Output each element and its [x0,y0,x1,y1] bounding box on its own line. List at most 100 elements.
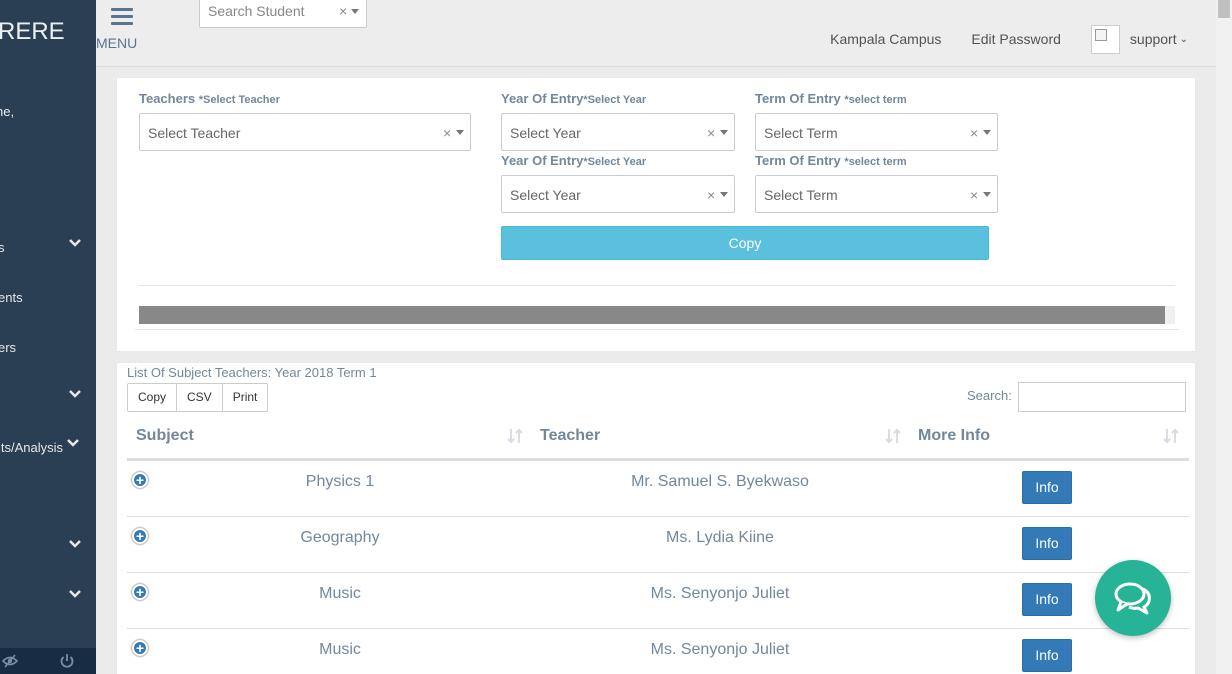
table-row: + Music Ms. Senyonjo Juliet Info [127,572,1189,628]
export-button-group: Copy CSV Print [127,383,269,412]
welcome-text: ne, [0,104,15,119]
teacher-select[interactable]: Select Teacher × [139,113,471,151]
year-select-from[interactable]: Select Year × [501,113,735,151]
sidebar-item-7[interactable] [0,587,96,611]
clear-icon[interactable]: × [443,125,451,141]
vertical-scrollbar[interactable] [1216,0,1232,674]
sort-icon[interactable] [507,427,523,445]
hamburger-icon [111,8,133,29]
campus-link[interactable]: Kampala Campus [830,31,941,47]
clear-icon[interactable]: × [707,187,715,203]
search-student-placeholder: Search Student [208,3,305,19]
info-button[interactable]: Info [1022,527,1072,560]
chevron-down-icon [69,390,81,398]
term-of-entry-label-2: Term Of Entry *select term [755,153,907,168]
clear-icon[interactable]: × [707,125,715,141]
top-navbar: MENU Search Student × Kampala Campus Edi… [96,0,1216,67]
table-row: + Music Ms. Senyonjo Juliet Info [127,628,1189,674]
caret-down-icon [720,192,728,197]
brand-title: RERE [0,18,65,45]
chat-button[interactable] [1095,560,1171,636]
teacher-select-placeholder: Select Teacher [148,125,241,141]
caret-down-icon [983,130,991,135]
column-header-teacher[interactable]: Teacher [540,427,600,445]
info-button[interactable]: Info [1022,471,1072,504]
chevron-down-icon [67,439,79,447]
clear-icon[interactable]: × [339,3,347,19]
list-title: List Of Subject Teachers: Year 2018 Term… [127,365,377,380]
sort-icon[interactable] [1163,427,1179,445]
copy-button[interactable]: Copy [501,226,989,260]
sidebar-item-label: lts/Analysis [0,440,64,455]
sidebar-item-5[interactable]: lts/Analysis [0,436,96,460]
teacher-cell: Ms. Senyonjo Juliet [650,641,790,658]
table-search-input[interactable] [1018,382,1186,412]
teacher-cell: Ms. Senyonjo Juliet [650,585,790,602]
teacher-cell: Ms. Lydia Kiine [666,529,774,546]
sort-icon[interactable] [885,427,901,445]
sidebar-item-label: s [0,240,5,255]
subject-cell: Geography [300,529,380,546]
term-select-placeholder: Select Term [764,125,838,141]
sidebar-item-6[interactable] [0,537,96,561]
term-of-entry-label: Term Of Entry *select term [755,91,907,106]
edit-password-link[interactable]: Edit Password [971,31,1060,47]
clear-icon[interactable]: × [970,187,978,203]
sidebar-footer [0,648,96,674]
caret-down-icon [983,192,991,197]
sidebar-item-1[interactable]: s [0,236,96,260]
power-icon[interactable] [59,653,75,669]
csv-export-button[interactable]: CSV [176,383,223,412]
year-select-to[interactable]: Select Year × [501,175,735,213]
term-select-to[interactable]: Select Term × [755,175,998,213]
column-header-more-info[interactable]: More Info [918,427,990,445]
table-row: + Physics 1 Mr. Samuel S. Byekwaso Info [127,460,1189,516]
avatar [1090,24,1120,54]
sidebar: RERE ne, s ents ers lts/Analysis [0,0,96,674]
clear-icon[interactable]: × [970,125,978,141]
copy-export-button[interactable]: Copy [127,383,178,412]
chat-bubbles-icon [1114,582,1151,615]
divider [135,329,1179,330]
divider [139,285,1175,286]
sidebar-item-2[interactable]: ents [0,286,96,310]
search-student-select[interactable]: Search Student × [199,0,367,28]
user-name: support [1129,31,1177,47]
term-select-from[interactable]: Select Term × [755,113,998,151]
chevron-down-icon [69,540,81,548]
chevron-down-icon: ⌄ [1179,33,1188,45]
year-of-entry-label-2: Year Of Entry*Select Year [501,153,647,168]
info-button[interactable]: Info [1022,583,1072,616]
sidebar-item-label: ents [0,290,23,305]
subject-cell: Physics 1 [305,473,375,490]
menu-label: MENU [96,35,138,51]
menu-toggle-button[interactable]: MENU [96,8,138,52]
caret-down-icon [720,130,728,135]
sidebar-item-4[interactable] [0,387,96,411]
column-header-subject[interactable]: Subject [136,427,194,445]
subject-teachers-panel: List Of Subject Teachers: Year 2018 Term… [116,362,1196,674]
teacher-cell: Mr. Samuel S. Byekwaso [631,473,809,490]
top-links: Kampala Campus Edit Password support ⌄ [800,24,1188,54]
year-select-placeholder: Select Year [510,187,581,203]
sidebar-item-label: ers [0,340,17,355]
caret-down-icon [456,130,464,135]
year-select-placeholder: Select Year [510,125,581,141]
copy-teachers-panel: Teachers *Select Teacher Select Teacher … [116,77,1196,352]
progress-bar [139,306,1175,324]
print-button[interactable]: Print [221,383,269,412]
chevron-down-icon [69,239,81,247]
chevron-down-icon [69,590,81,598]
sidebar-item-3[interactable]: ers [0,336,96,360]
user-menu[interactable]: support ⌄ [1090,24,1188,54]
teachers-label: Teachers *Select Teacher [139,91,280,106]
year-of-entry-label: Year Of Entry*Select Year [501,91,647,106]
term-select-placeholder: Select Term [764,187,838,203]
subject-cell: Music [319,641,361,658]
search-label: Search: [967,388,1012,403]
caret-down-icon [351,9,359,14]
table-row: + Geography Ms. Lydia Kiine Info [127,516,1189,572]
eye-slash-icon[interactable] [2,653,18,669]
subject-cell: Music [319,585,361,602]
info-button[interactable]: Info [1022,639,1072,672]
